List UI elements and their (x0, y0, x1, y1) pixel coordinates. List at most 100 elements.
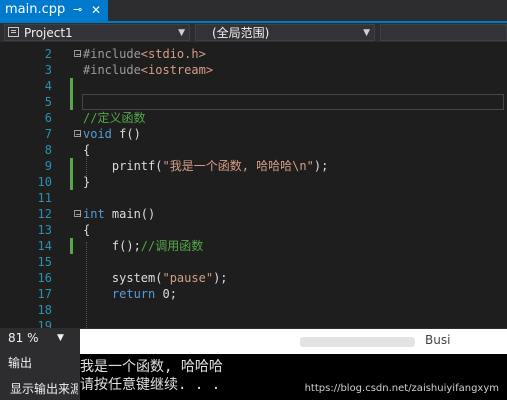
code-line[interactable]: 15 (0, 254, 507, 270)
code-token: ); (313, 159, 329, 173)
code-token: 0; (155, 287, 177, 301)
console-title-strip: Busi (80, 329, 507, 354)
code-token: <iostream> (140, 63, 214, 77)
line-number: 11 (37, 191, 52, 205)
code-line[interactable]: 6 //定义函数 (0, 110, 507, 126)
line-number: 9 (44, 159, 52, 173)
code-token: void (83, 127, 112, 141)
code-line[interactable]: 4 (0, 78, 507, 94)
collapse-icon[interactable]: − (74, 210, 82, 219)
blurred-region (300, 337, 415, 347)
line-number: 15 (37, 255, 52, 269)
code-text: #include<stdio.h> (83, 46, 206, 62)
line-number: 13 (37, 223, 52, 237)
code-line[interactable]: 7 − void f() (0, 126, 507, 142)
close-icon[interactable]: ✕ (91, 0, 101, 20)
code-token: //调用函数 (140, 239, 204, 253)
line-number: 18 (37, 303, 52, 317)
code-token: main() (104, 207, 156, 221)
line-number: 10 (37, 175, 52, 189)
code-token: } (83, 175, 91, 189)
chevron-down-icon: ▼ (363, 28, 370, 38)
line-number: 19 (37, 319, 52, 328)
current-line-highlight (82, 94, 504, 110)
code-line[interactable]: 11 (0, 190, 507, 206)
line-number: 8 (44, 143, 52, 157)
code-text: { (83, 222, 90, 238)
output-source-label[interactable]: 显示输出来源 (10, 380, 78, 397)
line-number: 3 (44, 63, 52, 77)
code-text: system("pause"); (83, 270, 228, 286)
scope-dropdown[interactable]: (全局范围) ▼ (195, 24, 375, 41)
code-line[interactable]: 14 f();//调用函数 (0, 238, 507, 254)
change-marker (70, 238, 73, 254)
change-marker (70, 94, 73, 110)
code-token: ); (213, 271, 228, 285)
change-marker (70, 158, 73, 174)
line-number: 4 (44, 79, 52, 93)
document-tab-bar: main.cpp ⊸ ✕ (0, 0, 507, 21)
code-token: f() (111, 127, 141, 141)
line-number: 14 (37, 239, 52, 253)
code-text: //定义函数 (83, 110, 145, 126)
zoom-dropdown[interactable]: 81 % ▼ (0, 328, 76, 348)
line-number: 17 (37, 287, 52, 301)
console-window: Busi 我是一个函数, 哈哈哈 请按任意键继续. . . https://bl… (80, 329, 507, 400)
code-text: f();//调用函数 (83, 238, 203, 254)
project-dropdown[interactable]: Project1 ▼ (4, 24, 190, 41)
code-token: system( (83, 271, 163, 285)
code-line[interactable]: 13 { (0, 222, 507, 238)
code-editor[interactable]: 2− #include<stdio.h> 3 #include<iostream> 4 5… (0, 42, 507, 328)
code-line[interactable]: 9 printf("我是一个函数, 哈哈哈\n"); (0, 158, 507, 174)
code-line[interactable]: 16 system("pause"); (0, 270, 507, 286)
change-marker (70, 174, 73, 190)
pin-icon[interactable]: ⊸ (73, 0, 82, 20)
navigation-bar: Project1 ▼ (全局范围) ▼ (0, 23, 507, 42)
code-line[interactable]: 5 (0, 94, 507, 110)
code-text: { (83, 142, 90, 158)
code-token: return (111, 287, 156, 301)
code-text: int main() (83, 206, 155, 222)
collapse-icon[interactable]: − (74, 50, 82, 59)
code-line[interactable]: 17 return 0; (0, 286, 507, 302)
code-text: void f() (83, 126, 141, 142)
tab-title: main.cpp (5, 2, 66, 17)
project-label: Project1 (24, 26, 73, 40)
code-token: #include (83, 47, 141, 61)
console-output-line: 我是一个函数, 哈哈哈 (80, 359, 223, 375)
chevron-down-icon: ▼ (57, 333, 64, 343)
collapse-icon[interactable]: − (74, 130, 82, 139)
console-output-line: 请按任意键继续. . . (80, 377, 221, 393)
watermark: https://blog.csdn.net/zaishuiyifangxym (304, 383, 499, 394)
code-text: } (83, 174, 90, 190)
code-token: #include (83, 63, 141, 77)
line-number: 7 (44, 127, 52, 141)
line-number: 6 (44, 111, 52, 125)
code-text: return 0; (83, 286, 177, 302)
line-number: 16 (37, 271, 52, 285)
code-token: <stdio.h> (140, 47, 206, 61)
code-line[interactable]: 12 − int main() (0, 206, 507, 222)
code-token: printf( (83, 159, 163, 173)
chevron-down-icon: ▼ (178, 28, 185, 38)
code-line[interactable]: 8{ (0, 142, 507, 158)
code-token: int (83, 207, 105, 221)
tab-main-cpp[interactable]: main.cpp ⊸ ✕ (0, 0, 108, 21)
code-token: "我是一个函数, 哈哈哈\n" (162, 159, 314, 173)
console-window-fragment: Busi (425, 333, 451, 347)
code-line[interactable]: 10} (0, 174, 507, 190)
code-line[interactable]: 18 (0, 302, 507, 318)
code-line[interactable]: 3 #include<iostream> (0, 62, 507, 78)
code-token: //定义函数 (83, 111, 146, 125)
zoom-level: 81 % (8, 331, 39, 345)
code-line[interactable]: 19 (0, 318, 507, 328)
output-panel-title: 输出 (8, 356, 33, 370)
code-token: f(); (83, 239, 141, 253)
code-line[interactable]: 2 − #include<stdio.h> (0, 46, 507, 62)
project-icon (8, 27, 19, 37)
output-panel: 输出 显示输出来源 (0, 348, 80, 400)
code-token: "pause" (162, 271, 214, 285)
code-token: { (83, 143, 91, 157)
code-token: { (83, 223, 91, 237)
member-dropdown[interactable] (380, 24, 507, 41)
